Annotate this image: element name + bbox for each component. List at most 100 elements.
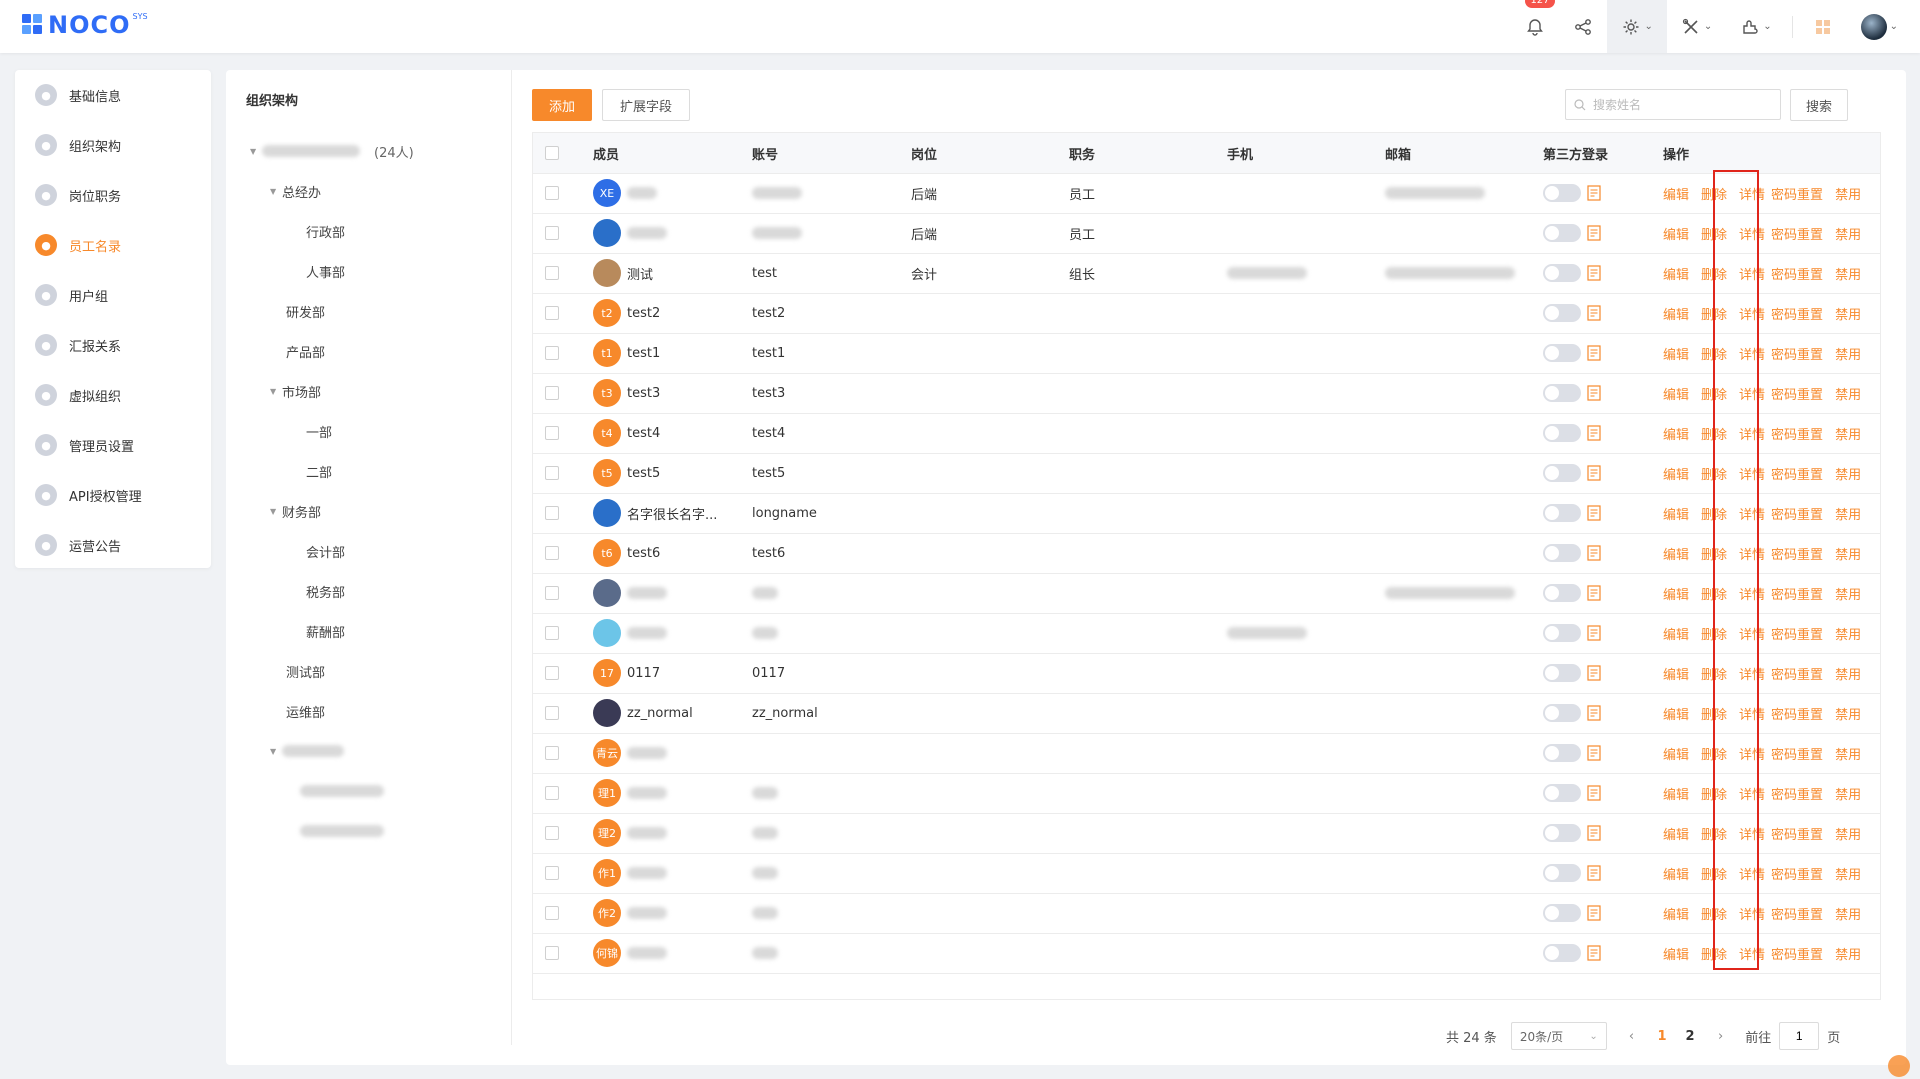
detail-button[interactable]: 详情 <box>1739 424 1765 443</box>
disable-button[interactable]: 禁用 <box>1835 464 1861 483</box>
detail-button[interactable]: 详情 <box>1739 224 1765 243</box>
disable-button[interactable]: 禁用 <box>1835 704 1861 723</box>
detail-button[interactable]: 详情 <box>1739 264 1765 283</box>
third-party-login-toggle[interactable] <box>1543 384 1581 402</box>
detail-button[interactable]: 详情 <box>1739 744 1765 763</box>
row-checkbox[interactable] <box>545 706 559 720</box>
third-party-login-toggle[interactable] <box>1543 944 1581 962</box>
disable-button[interactable]: 禁用 <box>1835 824 1861 843</box>
reset-password-button[interactable]: 密码重置 <box>1771 944 1823 963</box>
disable-button[interactable]: 禁用 <box>1835 504 1861 523</box>
disable-button[interactable]: 禁用 <box>1835 584 1861 603</box>
disable-button[interactable]: 禁用 <box>1835 384 1861 403</box>
disable-button[interactable]: 禁用 <box>1835 624 1861 643</box>
document-icon[interactable] <box>1587 585 1601 601</box>
row-checkbox[interactable] <box>545 946 559 960</box>
delete-button[interactable]: 删除 <box>1701 904 1727 923</box>
row-checkbox[interactable] <box>545 866 559 880</box>
detail-button[interactable]: 详情 <box>1739 784 1765 803</box>
prev-page-button[interactable]: ‹ <box>1629 1029 1634 1044</box>
row-checkbox[interactable] <box>545 906 559 920</box>
disable-button[interactable]: 禁用 <box>1835 184 1861 203</box>
third-party-login-toggle[interactable] <box>1543 584 1581 602</box>
edit-button[interactable]: 编辑 <box>1663 624 1689 643</box>
reset-password-button[interactable]: 密码重置 <box>1771 384 1823 403</box>
notification-button[interactable]: 127 <box>1511 0 1559 53</box>
document-icon[interactable] <box>1587 305 1601 321</box>
document-icon[interactable] <box>1587 425 1601 441</box>
third-party-login-toggle[interactable] <box>1543 664 1581 682</box>
third-party-login-toggle[interactable] <box>1543 264 1581 282</box>
row-checkbox[interactable] <box>545 506 559 520</box>
document-icon[interactable] <box>1587 505 1601 521</box>
nav-item-7[interactable]: ● 管理员设置 <box>35 430 134 460</box>
row-checkbox[interactable] <box>545 586 559 600</box>
edit-button[interactable]: 编辑 <box>1663 584 1689 603</box>
nav-item-6[interactable]: ● 虚拟组织 <box>35 380 121 410</box>
third-party-login-toggle[interactable] <box>1543 904 1581 922</box>
disable-button[interactable]: 禁用 <box>1835 304 1861 323</box>
tree-node-blurred[interactable] <box>300 820 384 842</box>
help-float-icon[interactable] <box>1888 1055 1910 1077</box>
delete-button[interactable]: 删除 <box>1701 824 1727 843</box>
detail-button[interactable]: 详情 <box>1739 864 1765 883</box>
disable-button[interactable]: 禁用 <box>1835 904 1861 923</box>
detail-button[interactable]: 详情 <box>1739 704 1765 723</box>
detail-button[interactable]: 详情 <box>1739 944 1765 963</box>
edit-button[interactable]: 编辑 <box>1663 344 1689 363</box>
tools-menu[interactable]: ⌄ <box>1667 0 1726 53</box>
delete-button[interactable]: 删除 <box>1701 304 1727 323</box>
edit-button[interactable]: 编辑 <box>1663 264 1689 283</box>
document-icon[interactable] <box>1587 345 1601 361</box>
row-checkbox[interactable] <box>545 626 559 640</box>
disable-button[interactable]: 禁用 <box>1835 784 1861 803</box>
tree-node[interactable]: ▼ 总经办 <box>270 180 321 202</box>
row-checkbox[interactable] <box>545 746 559 760</box>
tree-node[interactable]: 税务部 <box>306 580 345 602</box>
delete-button[interactable]: 删除 <box>1701 864 1727 883</box>
nav-item-3[interactable]: ● 员工名录 <box>35 230 121 260</box>
delete-button[interactable]: 删除 <box>1701 424 1727 443</box>
tree-node-root[interactable]: ▼ (24人) <box>250 140 414 162</box>
document-icon[interactable] <box>1587 665 1601 681</box>
edit-button[interactable]: 编辑 <box>1663 424 1689 443</box>
tree-node[interactable]: 人事部 <box>306 260 345 282</box>
detail-button[interactable]: 详情 <box>1739 304 1765 323</box>
row-checkbox[interactable] <box>545 186 559 200</box>
third-party-login-toggle[interactable] <box>1543 464 1581 482</box>
nav-item-2[interactable]: ● 岗位职务 <box>35 180 121 210</box>
detail-button[interactable]: 详情 <box>1739 384 1765 403</box>
tree-node[interactable]: 会计部 <box>306 540 345 562</box>
document-icon[interactable] <box>1587 905 1601 921</box>
delete-button[interactable]: 删除 <box>1701 344 1727 363</box>
delete-button[interactable]: 删除 <box>1701 784 1727 803</box>
tree-node[interactable]: 研发部 <box>286 300 325 322</box>
nav-item-9[interactable]: ● 运营公告 <box>35 530 121 560</box>
reset-password-button[interactable]: 密码重置 <box>1771 744 1823 763</box>
reset-password-button[interactable]: 密码重置 <box>1771 664 1823 683</box>
edit-button[interactable]: 编辑 <box>1663 664 1689 683</box>
page-size-select[interactable]: 20条/页 ⌄ <box>1510 1022 1607 1050</box>
third-party-login-toggle[interactable] <box>1543 704 1581 722</box>
edit-button[interactable]: 编辑 <box>1663 784 1689 803</box>
delete-button[interactable]: 删除 <box>1701 544 1727 563</box>
nav-item-1[interactable]: ● 组织架构 <box>35 130 121 160</box>
reset-password-button[interactable]: 密码重置 <box>1771 824 1823 843</box>
third-party-login-toggle[interactable] <box>1543 424 1581 442</box>
delete-button[interactable]: 删除 <box>1701 704 1727 723</box>
edit-button[interactable]: 编辑 <box>1663 464 1689 483</box>
row-checkbox[interactable] <box>545 386 559 400</box>
detail-button[interactable]: 详情 <box>1739 904 1765 923</box>
page-1[interactable]: 1 <box>1648 1029 1676 1044</box>
detail-button[interactable]: 详情 <box>1739 544 1765 563</box>
third-party-login-toggle[interactable] <box>1543 784 1581 802</box>
document-icon[interactable] <box>1587 825 1601 841</box>
row-checkbox[interactable] <box>545 786 559 800</box>
reset-password-button[interactable]: 密码重置 <box>1771 464 1823 483</box>
disable-button[interactable]: 禁用 <box>1835 864 1861 883</box>
document-icon[interactable] <box>1587 625 1601 641</box>
delete-button[interactable]: 删除 <box>1701 624 1727 643</box>
reset-password-button[interactable]: 密码重置 <box>1771 184 1823 203</box>
row-checkbox[interactable] <box>545 226 559 240</box>
edit-button[interactable]: 编辑 <box>1663 744 1689 763</box>
